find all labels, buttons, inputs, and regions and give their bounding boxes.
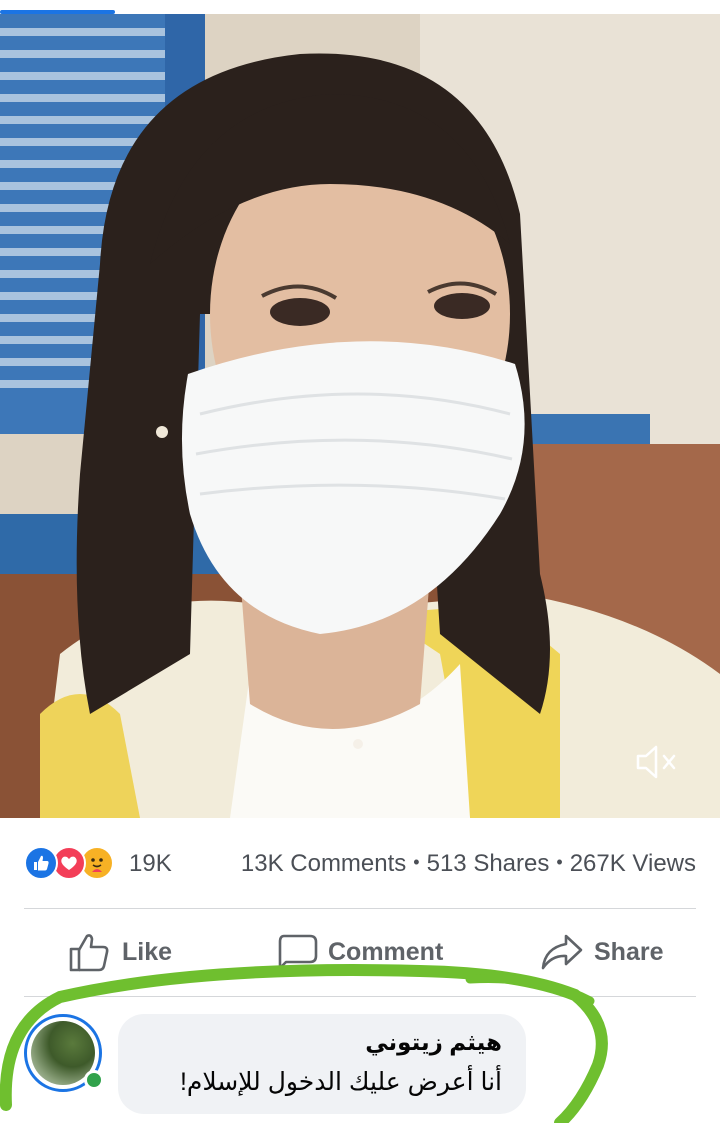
like-button[interactable]: Like <box>68 930 172 974</box>
comment-text: أنا أعرض عليك الدخول للإسلام! <box>179 1068 502 1096</box>
engagement-counts: 13K Comments • 513 Shares • 267K Views <box>241 850 696 878</box>
speaker-muted-icon[interactable] <box>634 742 680 782</box>
separator-dot: • <box>413 852 420 872</box>
video-player[interactable] <box>0 0 720 818</box>
like-reaction-icon <box>24 846 58 880</box>
post-stats: 19K 13K Comments • 513 Shares • 267K Views <box>0 836 720 892</box>
shares-count[interactable]: 513 Shares <box>427 850 550 877</box>
online-status-dot <box>84 1070 104 1090</box>
reaction-count[interactable]: 19K <box>129 850 172 878</box>
comments-count[interactable]: 13K Comments <box>241 850 406 877</box>
divider <box>24 908 696 909</box>
like-label: Like <box>122 937 173 966</box>
comment-author[interactable]: هيثم زيتوني <box>142 1026 502 1058</box>
reaction-icons[interactable] <box>24 846 124 882</box>
thumbs-up-icon <box>69 934 109 972</box>
comment-label: Comment <box>328 937 444 966</box>
separator-dot: • <box>556 852 563 872</box>
facebook-post: 19K 13K Comments • 513 Shares • 267K Views L… <box>0 0 720 1123</box>
share-button[interactable]: Share <box>540 930 663 974</box>
comment-bubble[interactable]: هيثم زيتوني أنا أعرض عليك الدخول للإسلام… <box>118 1014 526 1114</box>
post-actions: Like Comment Share <box>0 912 720 994</box>
comment-bubble-icon <box>278 934 318 970</box>
divider <box>24 996 696 997</box>
views-count: 267K Views <box>569 850 696 877</box>
comment-button[interactable]: Comment <box>276 930 443 974</box>
video-progress-track <box>0 0 720 14</box>
share-arrow-icon <box>541 934 583 970</box>
share-label: Share <box>594 937 664 966</box>
comment-item: هيثم زيتوني أنا أعرض عليك الدخول للإسلام… <box>0 1004 720 1123</box>
video-frame-image <box>0 14 720 818</box>
